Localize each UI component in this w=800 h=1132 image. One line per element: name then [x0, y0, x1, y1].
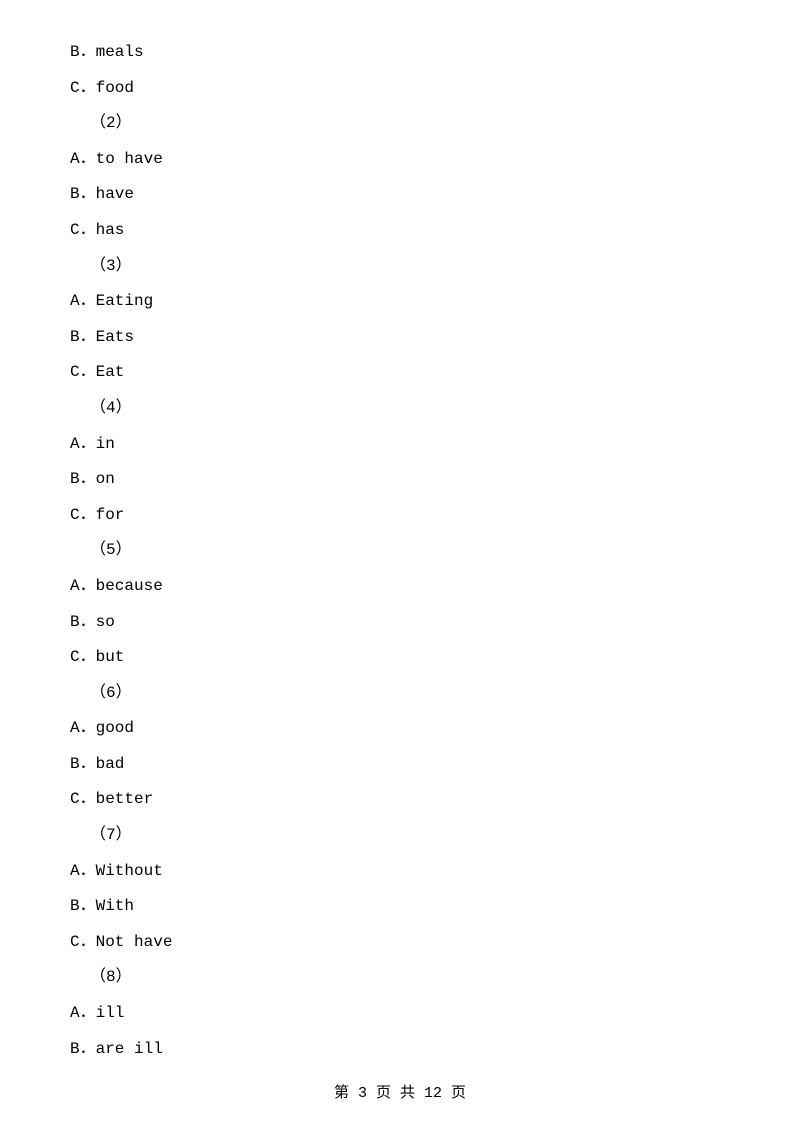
item-c-not-have: C．Not have: [70, 930, 730, 956]
item-b-eats: B．Eats: [70, 325, 730, 351]
item-b-on: B．on: [70, 467, 730, 493]
item-b-meals: B．meals: [70, 40, 730, 66]
item-a-without: A．Without: [70, 859, 730, 885]
item-c-eat: C．Eat: [70, 360, 730, 386]
item-b-bad: B．bad: [70, 752, 730, 778]
item-a-because: A．because: [70, 574, 730, 600]
item-c-food: C．food: [70, 76, 730, 102]
item-b-are-ill: B．are ill: [70, 1037, 730, 1063]
label-7: （7）: [90, 823, 730, 849]
item-a-good: A．good: [70, 716, 730, 742]
item-c-but: C．but: [70, 645, 730, 671]
item-a-to-have: A．to have: [70, 147, 730, 173]
item-b-have: B．have: [70, 182, 730, 208]
label-2: （2）: [90, 111, 730, 137]
item-c-for: C．for: [70, 503, 730, 529]
page-content: B．meals C．food （2） A．to have B．have C．ha…: [0, 0, 800, 1132]
item-a-in: A．in: [70, 432, 730, 458]
label-4: （4）: [90, 396, 730, 422]
label-3: （3）: [90, 254, 730, 280]
label-6: （6）: [90, 681, 730, 707]
item-a-eating: A．Eating: [70, 289, 730, 315]
label-8: （8）: [90, 965, 730, 991]
page-footer: 第 3 页 共 12 页: [0, 1081, 800, 1102]
item-a-ill: A．ill: [70, 1001, 730, 1027]
item-b-so: B．so: [70, 610, 730, 636]
label-5: （5）: [90, 538, 730, 564]
item-b-with: B．With: [70, 894, 730, 920]
item-c-better: C．better: [70, 787, 730, 813]
item-c-has: C．has: [70, 218, 730, 244]
